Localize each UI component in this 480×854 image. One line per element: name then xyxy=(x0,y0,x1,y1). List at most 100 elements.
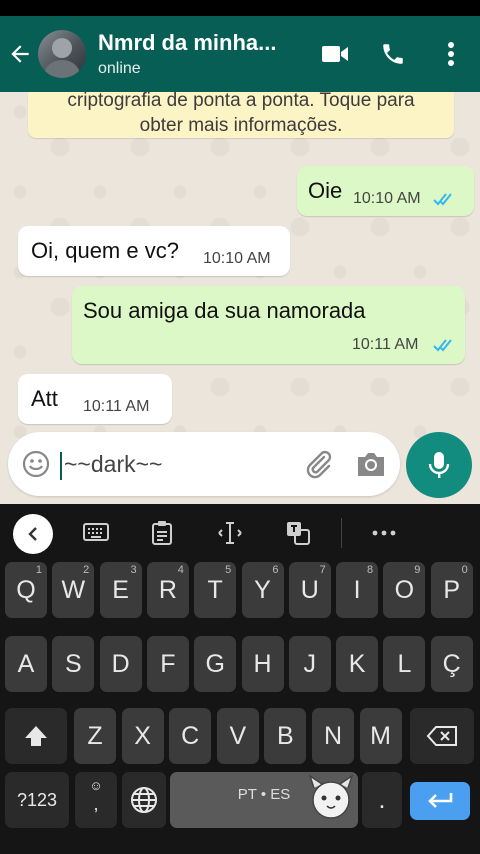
key-label: E xyxy=(112,575,129,604)
message-time: 10:11 AM xyxy=(352,336,419,353)
message-bubble[interactable]: Att 10:11 AM xyxy=(18,374,172,424)
key-m[interactable]: M xyxy=(359,708,402,764)
more-horizontal-icon xyxy=(372,530,396,536)
text-cursor-button[interactable] xyxy=(214,518,246,548)
message-input[interactable]: ~~dark~~ xyxy=(60,446,290,482)
key-label: J xyxy=(303,649,317,678)
symbols-key[interactable]: ?123 xyxy=(5,772,69,828)
text-cursor-icon xyxy=(218,522,242,544)
key-7[interactable]: K xyxy=(336,636,379,692)
key-1[interactable]: S xyxy=(52,636,95,692)
text-caret xyxy=(60,451,62,480)
read-ticks-icon xyxy=(433,193,452,206)
key-e[interactable]: 3E xyxy=(99,562,142,618)
collapse-toolbar-button[interactable] xyxy=(13,514,53,554)
encryption-notice[interactable]: criptografia de ponta a ponta. Toque par… xyxy=(28,92,454,138)
avatar[interactable] xyxy=(38,30,86,78)
key-w[interactable]: 2W xyxy=(52,562,95,618)
key-label: V xyxy=(229,721,247,750)
message-bubble[interactable]: Oi, quem e vc? 10:10 AM xyxy=(18,226,290,276)
keyboard-layout-button[interactable] xyxy=(80,518,112,548)
message-time: 10:10 AM xyxy=(353,190,421,207)
key-label: Z xyxy=(87,721,103,750)
key-hint: 5 xyxy=(225,564,232,576)
arrow-left-icon xyxy=(11,45,29,63)
key-r[interactable]: 4R xyxy=(146,562,189,618)
keyboard-icon xyxy=(83,523,109,541)
emoji-icon[interactable] xyxy=(22,450,50,478)
encryption-notice-line2: obter mais informações. xyxy=(139,115,343,136)
toolbar-more-button[interactable] xyxy=(368,518,400,548)
space-key[interactable]: PT • ES xyxy=(170,772,358,828)
key-label: U xyxy=(300,575,319,604)
voice-call-button[interactable] xyxy=(364,16,422,92)
key-4[interactable]: G xyxy=(194,636,237,692)
key-u[interactable]: 7U xyxy=(288,562,331,618)
key-label: Q xyxy=(16,575,36,604)
key-hint: 8 xyxy=(366,564,374,576)
message-time: 10:10 AM xyxy=(203,250,271,267)
contact-name: Nmrd da minha... xyxy=(98,30,277,55)
phone-icon xyxy=(383,44,403,64)
screen: Nmrd da minha... online criptografia de … xyxy=(0,0,480,854)
key-z[interactable]: Z xyxy=(74,708,116,764)
key-hint: 0 xyxy=(461,564,468,576)
key-q[interactable]: 1Q xyxy=(5,562,47,618)
video-call-button[interactable] xyxy=(306,16,364,92)
key-o[interactable]: 9O xyxy=(383,562,426,618)
key-label: K xyxy=(348,649,366,678)
clipboard-button[interactable] xyxy=(146,518,178,548)
key-label: H xyxy=(253,649,272,678)
key-8[interactable]: L xyxy=(383,636,426,692)
clipboard-icon xyxy=(152,521,172,545)
key-label: T xyxy=(207,575,223,604)
key-label: G xyxy=(205,649,225,678)
key-2[interactable]: D xyxy=(99,636,142,692)
key-5[interactable]: H xyxy=(241,636,284,692)
comma-key[interactable]: ☺ , xyxy=(75,772,117,828)
emoji-hint-icon: ☺ xyxy=(89,778,103,793)
key-0[interactable]: A xyxy=(5,636,47,692)
shift-key[interactable] xyxy=(5,708,67,764)
message-input-container: ~~dark~~ xyxy=(8,432,400,496)
key-label: F xyxy=(160,649,176,678)
key-c[interactable]: C xyxy=(169,708,212,764)
more-vertical-icon xyxy=(448,42,454,66)
key-hint: 2 xyxy=(83,564,90,576)
message-bubble[interactable]: Sou amiga da sua namorada 10:11 AM xyxy=(72,286,465,364)
back-button[interactable] xyxy=(0,16,40,92)
message-bubble[interactable]: Oie 10:10 AM xyxy=(297,166,474,216)
read-ticks-icon xyxy=(433,339,452,352)
shift-arrow-icon xyxy=(25,726,47,746)
key-b[interactable]: B xyxy=(264,708,307,764)
key-i[interactable]: 8I xyxy=(336,562,379,618)
microphone-icon xyxy=(428,452,450,478)
key-label: B xyxy=(277,721,294,750)
key-n[interactable]: N xyxy=(312,708,354,764)
key-label: R xyxy=(158,575,177,604)
contact-status: online xyxy=(98,60,141,77)
key-label: I xyxy=(353,575,361,604)
contact-info[interactable]: Nmrd da minha... online xyxy=(98,30,298,78)
enter-arrow-icon xyxy=(428,793,453,808)
backspace-key[interactable] xyxy=(410,708,474,764)
voice-message-button[interactable] xyxy=(406,432,472,498)
key-6[interactable]: J xyxy=(288,636,331,692)
language-key[interactable] xyxy=(122,772,166,828)
paperclip-icon[interactable] xyxy=(302,448,334,480)
translate-button[interactable] xyxy=(282,518,314,548)
camera-icon[interactable] xyxy=(354,448,388,480)
more-options-button[interactable] xyxy=(422,16,480,92)
key-hint: 6 xyxy=(272,564,279,576)
character-sticker-icon xyxy=(308,774,354,819)
composer-bar: ~~dark~~ xyxy=(0,426,480,504)
key-9[interactable]: Ç xyxy=(430,636,473,692)
key-t[interactable]: 5T xyxy=(194,562,237,618)
key-y[interactable]: 6Y xyxy=(241,562,284,618)
period-key[interactable]: . xyxy=(362,772,402,828)
key-p[interactable]: 0P xyxy=(430,562,473,618)
key-v[interactable]: V xyxy=(216,708,259,764)
key-3[interactable]: F xyxy=(146,636,189,692)
enter-key[interactable] xyxy=(410,782,470,820)
key-x[interactable]: X xyxy=(121,708,164,764)
